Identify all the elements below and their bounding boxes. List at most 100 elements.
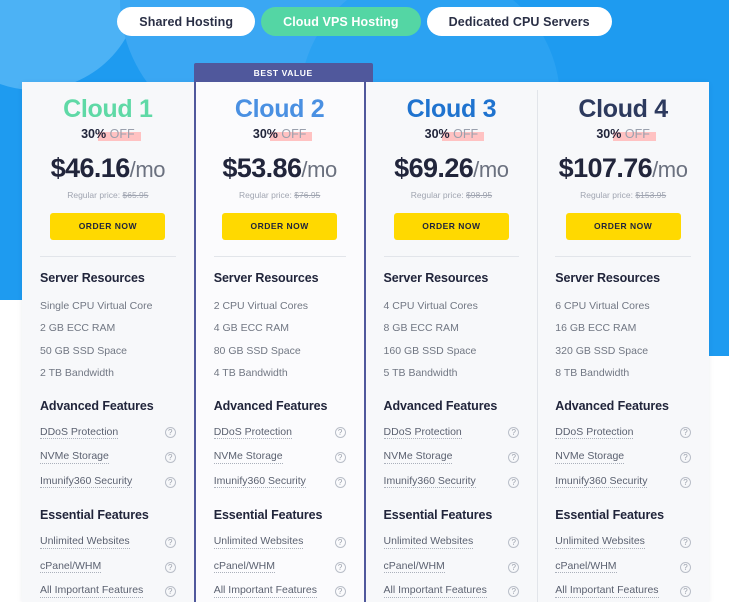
help-circle-icon[interactable]: ?: [508, 561, 520, 573]
feature-label[interactable]: DDoS Protection: [213, 426, 292, 440]
feature-label[interactable]: All Important Features: [40, 585, 144, 598]
order-now-button[interactable]: ORDER NOW: [565, 212, 681, 240]
section-title-advanced: Advanced Features: [213, 398, 328, 413]
help-circle-icon[interactable]: ?: [508, 476, 520, 488]
tab-shared-hosting[interactable]: Shared Hosting: [117, 7, 256, 36]
help-circle-icon[interactable]: ?: [679, 561, 691, 573]
card-header: Cloud 1 30% OFF $46.16/mo Regular price: $6…: [40, 82, 176, 240]
price: $46.16/mo: [40, 154, 176, 182]
order-now-button[interactable]: ORDER NOW: [222, 212, 338, 240]
pricing-cards-container: Cloud 1 30% OFF $46.16/mo Regular price: $6…: [22, 63, 709, 602]
regular-price-label: Regular price:: [580, 189, 634, 200]
feature-label[interactable]: Unlimited Websites: [383, 536, 474, 549]
help-circle-icon[interactable]: ?: [334, 537, 346, 549]
resource-item: 5 TB Bandwidth: [383, 367, 458, 380]
discount-word: OFF: [281, 126, 307, 141]
feature-row: DDoS Protection?: [555, 421, 691, 446]
resources-list: 2 CPU Virtual Cores 4 GB ECC RAM 80 GB SSD…: [214, 295, 346, 385]
help-circle-icon[interactable]: ?: [334, 476, 346, 488]
card-divider: [555, 255, 691, 257]
help-circle-icon[interactable]: ?: [164, 561, 176, 573]
feature-label[interactable]: Imunify360 Security: [213, 475, 306, 489]
help-circle-icon[interactable]: ?: [164, 427, 176, 439]
feature-label[interactable]: DDoS Protection: [40, 426, 119, 440]
feature-row: All Important Features?: [213, 579, 346, 602]
feature-label[interactable]: Unlimited Websites: [40, 536, 130, 549]
help-circle-icon[interactable]: ?: [508, 586, 520, 598]
resources-list: 6 CPU Virtual Cores 16 GB ECC RAM 320 GB S…: [555, 295, 691, 385]
resources-list: Single CPU Virtual Core 2 GB ECC RAM 50 GB…: [40, 295, 176, 385]
help-circle-icon[interactable]: ?: [334, 452, 346, 463]
help-circle-icon[interactable]: ?: [334, 561, 346, 573]
feature-label[interactable]: Unlimited Websites: [555, 536, 645, 549]
section-title-resources: Server Resources: [383, 270, 489, 285]
feature-label[interactable]: cPanel/WHM: [383, 560, 445, 574]
help-circle-icon[interactable]: ?: [508, 427, 520, 439]
regular-price-value: $76.95: [294, 189, 321, 200]
section-title-advanced: Advanced Features: [383, 398, 498, 413]
feature-label[interactable]: cPanel/WHM: [213, 560, 275, 574]
feature-label[interactable]: Imunify360 Security: [383, 475, 476, 489]
resource-item: 4 TB Bandwidth: [213, 367, 288, 380]
order-now-button[interactable]: ORDER NOW: [393, 212, 509, 240]
feature-label[interactable]: cPanel/WHM: [555, 560, 617, 574]
tab-dedicated-cpu-servers[interactable]: Dedicated CPU Servers: [426, 7, 612, 36]
feature-label[interactable]: Imunify360 Security: [40, 475, 133, 489]
card-divider: [213, 255, 346, 257]
feature-label[interactable]: NVMe Storage: [213, 451, 283, 464]
advanced-features-list: DDoS Protection? NVMe Storage? Imunify360 …: [383, 421, 520, 495]
resource-item: 6 CPU Virtual Cores: [555, 299, 650, 312]
feature-row: Unlimited Websites?: [213, 530, 346, 555]
feature-label[interactable]: NVMe Storage: [555, 451, 625, 464]
feature-label[interactable]: NVMe Storage: [40, 451, 109, 464]
resources-list: 4 CPU Virtual Cores 8 GB ECC RAM 160 GB SS…: [384, 295, 520, 385]
tab-cloud-vps-hosting[interactable]: Cloud VPS Hosting: [261, 7, 421, 36]
pricing-page: Shared Hosting Cloud VPS Hosting Dedicated…: [0, 0, 729, 602]
feature-row: All Important Features?: [40, 579, 176, 602]
card-divider: [383, 255, 520, 257]
help-circle-icon[interactable]: ?: [508, 452, 520, 463]
help-circle-icon[interactable]: ?: [164, 586, 176, 598]
resource-item: 4 GB ECC RAM: [213, 322, 289, 335]
help-circle-icon[interactable]: ?: [679, 427, 691, 439]
help-circle-icon[interactable]: ?: [334, 586, 346, 598]
feature-row: Unlimited Websites?: [555, 530, 691, 555]
feature-row: Imunify360 Security?: [213, 470, 346, 495]
help-circle-icon[interactable]: ?: [334, 427, 346, 439]
feature-label[interactable]: DDoS Protection: [555, 426, 634, 440]
section-title-resources: Server Resources: [40, 270, 145, 285]
regular-price-label: Regular price:: [67, 189, 121, 200]
feature-row: Unlimited Websites?: [383, 530, 520, 555]
best-value-ribbon: BEST VALUE: [193, 63, 373, 82]
discount-percent: 30%: [596, 126, 622, 141]
feature-row: cPanel/WHM?: [383, 555, 520, 580]
help-circle-icon[interactable]: ?: [164, 537, 176, 549]
help-circle-icon[interactable]: ?: [508, 537, 520, 549]
help-circle-icon[interactable]: ?: [679, 476, 691, 488]
regular-price-value: $98.95: [466, 189, 493, 200]
help-circle-icon[interactable]: ?: [164, 452, 176, 463]
help-circle-icon[interactable]: ?: [679, 586, 691, 598]
discount-word: OFF: [624, 126, 650, 141]
order-now-button[interactable]: ORDER NOW: [50, 212, 166, 240]
feature-label[interactable]: DDoS Protection: [383, 426, 462, 440]
feature-label[interactable]: Imunify360 Security: [555, 475, 648, 489]
feature-row: NVMe Storage?: [383, 445, 520, 470]
feature-label[interactable]: All Important Features: [383, 585, 487, 598]
feature-label[interactable]: All Important Features: [555, 585, 659, 598]
feature-label[interactable]: NVMe Storage: [383, 451, 453, 464]
help-circle-icon[interactable]: ?: [164, 476, 176, 488]
resource-item: 16 GB ECC RAM: [555, 322, 637, 335]
regular-price: Regular price: $65.95: [40, 190, 176, 200]
help-circle-icon[interactable]: ?: [679, 537, 691, 549]
discount-word: OFF: [453, 126, 479, 141]
feature-label[interactable]: All Important Features: [213, 585, 318, 598]
section-title-advanced: Advanced Features: [40, 398, 154, 413]
resource-item: 320 GB SSD Space: [555, 344, 649, 357]
feature-label[interactable]: Unlimited Websites: [213, 536, 304, 549]
resource-item: 80 GB SSD Space: [213, 344, 301, 357]
feature-row: NVMe Storage?: [555, 445, 691, 470]
help-circle-icon[interactable]: ?: [679, 452, 691, 463]
feature-label[interactable]: cPanel/WHM: [40, 560, 102, 574]
price-period: /mo: [652, 156, 688, 182]
